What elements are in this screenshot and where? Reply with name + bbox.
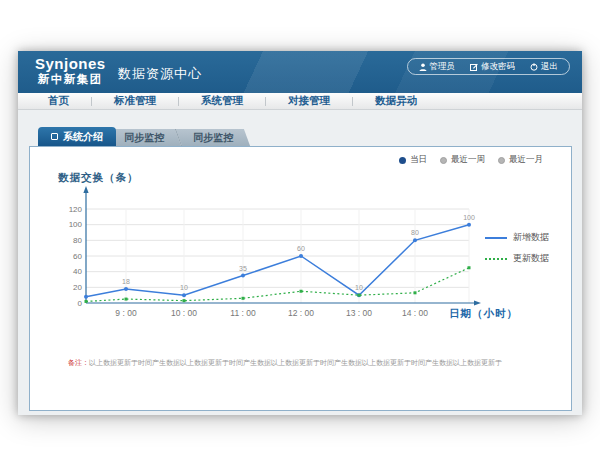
svg-text:11 : 00: 11 : 00 bbox=[230, 308, 256, 318]
tab-system-intro[interactable]: 系统介绍 bbox=[38, 127, 116, 146]
radio-dot-icon bbox=[498, 157, 505, 164]
filter-last-week[interactable]: 最近一周 bbox=[440, 154, 485, 166]
filter-label: 最近一月 bbox=[509, 154, 543, 166]
svg-text:80: 80 bbox=[411, 229, 419, 236]
nav-item-system-mgmt[interactable]: 系统管理 bbox=[179, 94, 265, 108]
svg-text:0: 0 bbox=[78, 299, 83, 308]
filter-last-month[interactable]: 最近一月 bbox=[498, 154, 543, 166]
page-title: 数据资源中心 bbox=[118, 65, 202, 83]
svg-text:120: 120 bbox=[69, 205, 83, 214]
document-icon bbox=[51, 133, 58, 140]
user-menu: 管理员 修改密码 退出 bbox=[407, 58, 571, 75]
legend-item-updated-data: 更新数据 bbox=[485, 252, 549, 265]
svg-text:10: 10 bbox=[180, 284, 188, 291]
tab-label: 系统介绍 bbox=[63, 130, 103, 144]
footnote-text: 以上数据更新于时间产生数据以上数据更新于时间产生数据以上数据更新于时间产生数据以… bbox=[89, 359, 502, 366]
line-chart: 0 20 40 60 80 100 120 9 : 00 10 : 00 11 : 00 12 : … bbox=[68, 186, 548, 346]
main-nav: 首页 标准管理 系统管理 对接管理 数据异动 bbox=[18, 93, 582, 110]
radio-dot-icon bbox=[440, 157, 447, 164]
change-password-button[interactable]: 修改密码 bbox=[470, 61, 515, 73]
radio-dot-icon bbox=[399, 157, 406, 164]
svg-text:60: 60 bbox=[73, 252, 82, 261]
power-icon bbox=[530, 63, 538, 71]
legend-label: 新增数据 bbox=[513, 231, 549, 244]
svg-text:80: 80 bbox=[73, 236, 82, 245]
tab-label: 同步监控 bbox=[124, 131, 164, 145]
tab-label: 同步监控 bbox=[193, 131, 233, 145]
content-area: 系统介绍 同步监控 同步监控 当日 最近一周 最近一月 数据交换（条） 0 20 4… bbox=[18, 110, 582, 415]
nav-item-data-change[interactable]: 数据异动 bbox=[353, 94, 439, 108]
logo-text-en: Synjones bbox=[35, 56, 106, 73]
legend-label: 更新数据 bbox=[513, 252, 549, 265]
svg-text:10 : 00: 10 : 00 bbox=[171, 308, 197, 318]
user-label: 管理员 bbox=[430, 61, 456, 73]
app-window: Synjones 新中新集团 数据资源中心 管理员 修改密码 退出 首页 标准管… bbox=[18, 51, 582, 415]
y-axis-title: 数据交换（条） bbox=[58, 171, 139, 185]
footnote-label: 备注： bbox=[68, 359, 89, 366]
x-axis-title: 日期（小时） bbox=[449, 307, 518, 321]
svg-text:100: 100 bbox=[463, 214, 475, 221]
svg-text:60: 60 bbox=[297, 245, 305, 252]
edit-icon bbox=[470, 63, 478, 71]
footnote: 备注：以上数据更新于时间产生数据以上数据更新于时间产生数据以上数据更新于时间产生… bbox=[68, 358, 502, 368]
logout-label: 退出 bbox=[541, 61, 558, 73]
tab-bar: 系统介绍 同步监控 同步监控 bbox=[38, 127, 247, 146]
range-filter: 当日 最近一周 最近一月 bbox=[399, 154, 543, 166]
dotted-line-icon bbox=[485, 258, 507, 260]
nav-item-home[interactable]: 首页 bbox=[26, 94, 91, 108]
chart-panel: 当日 最近一周 最近一月 数据交换（条） 0 20 40 60 80 100 120 9 : … bbox=[29, 146, 572, 411]
svg-text:40: 40 bbox=[73, 267, 82, 276]
svg-text:35: 35 bbox=[239, 265, 247, 272]
svg-text:13 : 00: 13 : 00 bbox=[346, 308, 372, 318]
logo: Synjones 新中新集团 bbox=[35, 56, 106, 85]
filter-label: 最近一周 bbox=[451, 154, 485, 166]
svg-text:12 : 00: 12 : 00 bbox=[288, 308, 314, 318]
user-button[interactable]: 管理员 bbox=[419, 61, 456, 73]
svg-text:100: 100 bbox=[69, 220, 83, 229]
filter-today[interactable]: 当日 bbox=[399, 154, 427, 166]
logo-text-cn: 新中新集团 bbox=[35, 73, 106, 86]
legend-item-new-data: 新增数据 bbox=[485, 231, 549, 244]
app-header: Synjones 新中新集团 数据资源中心 管理员 修改密码 退出 bbox=[18, 51, 582, 93]
nav-item-interface-mgmt[interactable]: 对接管理 bbox=[266, 94, 352, 108]
svg-text:14 : 00: 14 : 00 bbox=[402, 308, 428, 318]
svg-text:10: 10 bbox=[355, 284, 363, 291]
series-legend: 新增数据 更新数据 bbox=[485, 231, 549, 273]
solid-line-icon bbox=[485, 237, 507, 239]
tab-sync-monitor-2[interactable]: 同步监控 bbox=[175, 129, 250, 146]
nav-item-standard-mgmt[interactable]: 标准管理 bbox=[92, 94, 178, 108]
svg-text:20: 20 bbox=[73, 283, 82, 292]
inactive-tabs: 同步监控 同步监控 bbox=[107, 129, 250, 146]
user-icon bbox=[419, 63, 427, 71]
tab-sync-monitor-1[interactable]: 同步监控 bbox=[107, 129, 181, 146]
logout-button[interactable]: 退出 bbox=[530, 61, 558, 73]
filter-label: 当日 bbox=[410, 154, 427, 166]
change-password-label: 修改密码 bbox=[481, 61, 515, 73]
svg-text:18: 18 bbox=[122, 278, 130, 285]
svg-text:9 : 00: 9 : 00 bbox=[115, 308, 137, 318]
